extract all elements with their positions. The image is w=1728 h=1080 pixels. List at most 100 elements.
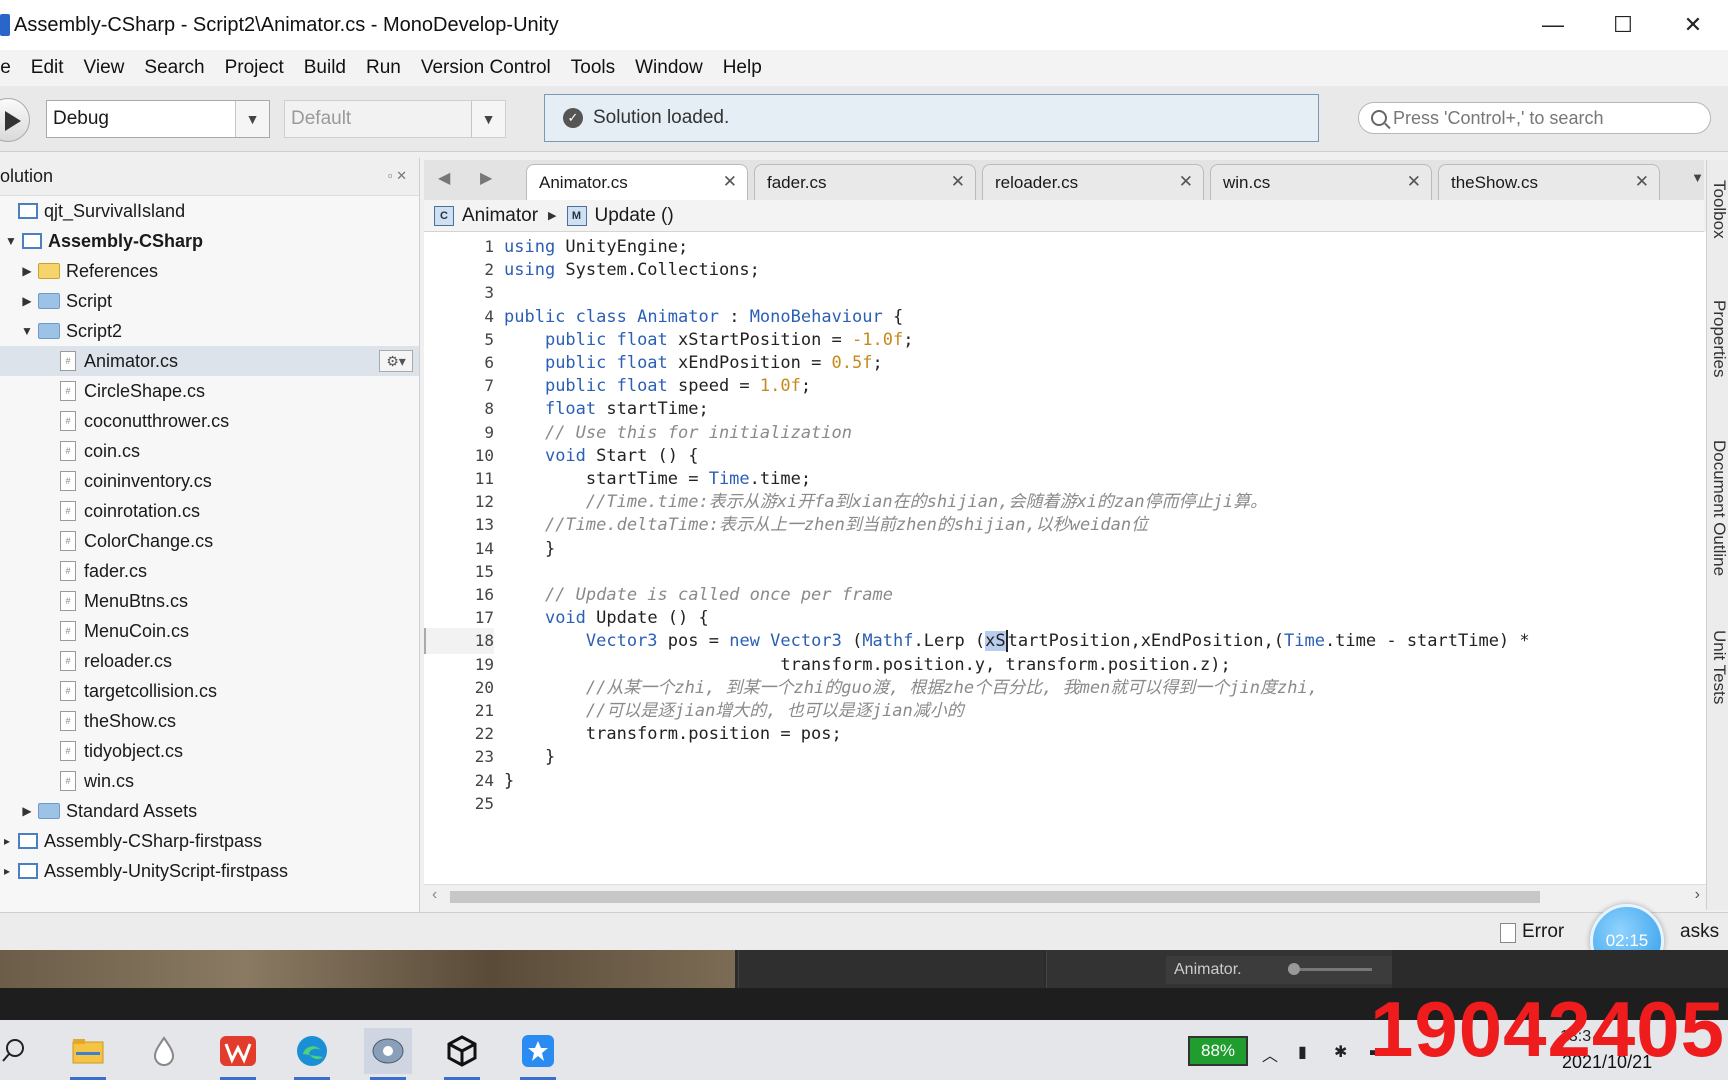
expander-icon[interactable]: ▶ [20, 804, 34, 818]
code-line[interactable]: 21 //可以是逐jian增大的, 也可以是逐jian减小的 [424, 698, 1708, 724]
search-icon[interactable] [0, 1028, 38, 1074]
scroll-thumb[interactable] [450, 891, 1540, 903]
wps-office-icon[interactable] [214, 1028, 262, 1080]
tab-theshow[interactable]: theShow.cs ✕ [1438, 164, 1660, 200]
edge-browser-icon[interactable] [288, 1028, 336, 1080]
expander-icon[interactable]: ▶ [20, 264, 34, 278]
maximize-button[interactable]: ☐ [1588, 0, 1658, 50]
solution-file-item[interactable]: # targetcollision.cs [0, 676, 419, 706]
tab-scroll-right-icon[interactable]: ▶ [480, 168, 492, 188]
solution-tree-item[interactable]: qjt_SurvivalIsland [0, 196, 419, 226]
tab-reloader[interactable]: reloader.cs ✕ [982, 164, 1204, 200]
breadcrumb-class[interactable]: Animator [462, 205, 538, 227]
menu-build[interactable]: Build [294, 57, 356, 79]
expander-icon[interactable]: ▸ [0, 834, 14, 848]
properties-tab[interactable]: Properties [1709, 300, 1728, 377]
solution-tree-item[interactable]: ▶ References [0, 256, 419, 286]
horizontal-scrollbar[interactable]: ‹ › [424, 884, 1708, 908]
code-line[interactable]: 7 public float speed = 1.0f; [424, 373, 1708, 399]
errors-pad-button[interactable]: Error [1522, 921, 1564, 943]
tab-animator[interactable]: Animator.cs ✕ [526, 164, 748, 200]
menu-tools[interactable]: Tools [561, 57, 625, 79]
solution-file-item[interactable]: # coin.cs [0, 436, 419, 466]
search-input[interactable]: Press 'Control+,' to search [1358, 102, 1711, 134]
scroll-right-icon[interactable]: › [1695, 886, 1700, 904]
unity-icon[interactable] [438, 1028, 486, 1080]
solution-file-item[interactable]: # ColorChange.cs [0, 526, 419, 556]
code-line[interactable]: 25 [424, 791, 1708, 817]
code-line[interactable]: 5 public float xStartPosition = -1.0f; [424, 327, 1708, 353]
code-line[interactable]: 15 [424, 559, 1708, 585]
menu-file[interactable]: le [0, 57, 21, 79]
code-line[interactable]: 19 transform.position.y, transform.posit… [424, 652, 1708, 678]
toolbox-tab[interactable]: Toolbox [1709, 180, 1728, 239]
code-line[interactable]: 23 } [424, 744, 1708, 770]
code-line[interactable]: 4 public class Animator : MonoBehaviour { [424, 304, 1708, 330]
unit-tests-tab[interactable]: Unit Tests [1709, 630, 1728, 704]
code-line[interactable]: 14 } [424, 536, 1708, 562]
code-line[interactable]: 10 void Start () { [424, 443, 1708, 469]
code-line[interactable]: 3 [424, 280, 1708, 306]
tray-app-icon[interactable]: ✱ [1334, 1042, 1347, 1062]
solution-file-item[interactable]: # CircleShape.cs [0, 376, 419, 406]
solution-file-item[interactable]: # MenuCoin.cs [0, 616, 419, 646]
solution-tree-item[interactable]: ▼ Assembly-CSharp [0, 226, 419, 256]
solution-file-item[interactable]: # MenuBtns.cs [0, 586, 419, 616]
solution-file-item[interactable]: # Animator.cs ⚙▾ [0, 346, 419, 376]
code-line[interactable]: 12 //Time.time:表示从游xi开fa到xian在的shijian,会… [424, 489, 1708, 515]
code-line[interactable]: 20 //从某一个zhi, 到某一个zhi的guo渡, 根据zhe个百分比, 我… [424, 675, 1708, 701]
code-editor[interactable]: 1 using UnityEngine; 2 using System.Collect… [424, 232, 1708, 884]
code-line[interactable]: 9 // Use this for initialization [424, 420, 1708, 446]
platform-select[interactable]: Default ▼ [284, 100, 506, 138]
solution-file-item[interactable]: # theShow.cs [0, 706, 419, 736]
code-line[interactable]: 18 Vector3 pos = new Vector3 (Mathf.Lerp… [424, 628, 1708, 655]
code-line[interactable]: 24} [424, 768, 1708, 794]
code-line[interactable]: 17 void Update () { [424, 605, 1708, 631]
pinned-app-icon[interactable] [514, 1028, 562, 1080]
menu-version-control[interactable]: Version Control [411, 57, 561, 79]
solution-tree-item[interactable]: ▸ Assembly-UnityScript-firstpass [0, 856, 419, 886]
code-line[interactable]: 16 // Update is called once per frame [424, 582, 1708, 608]
solution-tree-item[interactable]: ▸ Assembly-CSharp-firstpass [0, 826, 419, 856]
menu-run[interactable]: Run [356, 57, 411, 79]
document-outline-tab[interactable]: Document Outline [1709, 440, 1728, 576]
code-line[interactable]: 22 transform.position = pos; [424, 721, 1708, 747]
menu-help[interactable]: Help [713, 57, 772, 79]
close-icon[interactable]: ✕ [1407, 172, 1421, 192]
code-line[interactable]: 11 startTime = Time.time; [424, 466, 1708, 492]
menu-search[interactable]: Search [134, 57, 214, 79]
solution-tree-item[interactable]: ▶ Script [0, 286, 419, 316]
tray-expand-icon[interactable]: ︿ [1262, 1042, 1278, 1066]
configuration-select[interactable]: Debug ▼ [46, 100, 270, 138]
solution-tree-item[interactable]: ▼ Script2 [0, 316, 419, 346]
menu-project[interactable]: Project [215, 57, 294, 79]
code-line[interactable]: 6 public float xEndPosition = 0.5f; [424, 350, 1708, 376]
menu-edit[interactable]: Edit [21, 57, 74, 79]
pad-close-icon[interactable]: ▫ ✕ [388, 168, 407, 184]
solution-tree-item[interactable]: ▶ Standard Assets [0, 796, 419, 826]
expander-icon[interactable]: ▸ [0, 864, 14, 878]
code-line[interactable]: 1 using UnityEngine; [424, 234, 1708, 260]
code-line[interactable]: 8 float startTime; [424, 396, 1708, 422]
tab-fader[interactable]: fader.cs ✕ [754, 164, 976, 200]
monodevelop-icon[interactable] [364, 1028, 412, 1080]
expander-icon[interactable]: ▶ [20, 294, 34, 308]
battery-indicator[interactable]: 88% [1188, 1036, 1248, 1066]
expander-icon[interactable]: ▼ [4, 234, 18, 248]
scroll-left-icon[interactable]: ‹ [432, 886, 437, 904]
solution-file-item[interactable]: # tidyobject.cs [0, 736, 419, 766]
solution-file-item[interactable]: # coconutthrower.cs [0, 406, 419, 436]
tab-scroll-left-icon[interactable]: ◀ [438, 168, 450, 188]
close-icon[interactable]: ✕ [1635, 172, 1649, 192]
close-icon[interactable]: ✕ [723, 172, 737, 192]
gear-icon[interactable]: ⚙▾ [379, 350, 413, 372]
solution-file-item[interactable]: # fader.cs [0, 556, 419, 586]
menu-view[interactable]: View [74, 57, 135, 79]
app-drop-icon[interactable] [140, 1028, 188, 1074]
solution-file-item[interactable]: # win.cs [0, 766, 419, 796]
solution-file-item[interactable]: # reloader.cs [0, 646, 419, 676]
minimize-button[interactable]: — [1518, 0, 1588, 50]
tab-win[interactable]: win.cs ✕ [1210, 164, 1432, 200]
code-line[interactable]: 2 using System.Collections; [424, 257, 1708, 283]
menu-window[interactable]: Window [625, 57, 713, 79]
